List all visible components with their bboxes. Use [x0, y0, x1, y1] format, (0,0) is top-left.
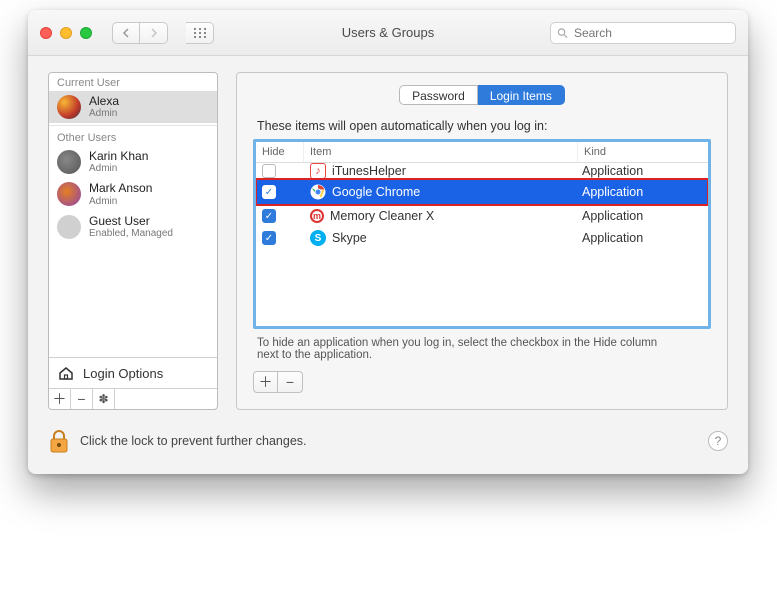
add-user-button[interactable]: ＋	[49, 389, 71, 409]
tab-password[interactable]: Password	[399, 85, 478, 105]
search-field[interactable]	[550, 22, 736, 44]
hide-hint: To hide an application when you log in, …	[257, 337, 677, 361]
traffic-lights	[40, 27, 92, 39]
user-role: Enabled, Managed	[89, 228, 173, 239]
minimize-window-button[interactable]	[60, 27, 72, 39]
sidebar-user[interactable]: Guest User Enabled, Managed	[49, 211, 217, 243]
remove-user-button[interactable]: −	[71, 389, 93, 409]
sidebar-user-current[interactable]: Alexa Admin	[49, 91, 217, 123]
login-options-label: Login Options	[83, 366, 163, 381]
table-row[interactable]: ✓ m Memory Cleaner X Application	[256, 205, 708, 227]
app-icon: ♪	[310, 163, 326, 179]
avatar	[57, 95, 81, 119]
lock-text: Click the lock to prevent further change…	[80, 434, 307, 448]
add-login-item-button[interactable]: ＋	[254, 372, 278, 392]
window-titlebar: Users & Groups	[28, 10, 748, 56]
user-role: Admin	[89, 108, 119, 119]
item-name: iTunesHelper	[332, 164, 406, 178]
user-sidebar: Current User Alexa Admin Other Users Kar…	[48, 72, 218, 410]
tab-bar: Password Login Items	[253, 85, 711, 105]
table-row[interactable]: ✓ Google Chrome Application	[256, 179, 708, 205]
show-all-button[interactable]	[186, 22, 214, 44]
table-row[interactable]: ♪ iTunesHelper Application	[256, 163, 708, 179]
login-items-add-remove: ＋ −	[253, 371, 303, 393]
item-name: Memory Cleaner X	[330, 209, 434, 223]
main-panel: Password Login Items These items will op…	[236, 72, 728, 410]
nav-back-forward	[112, 22, 168, 44]
avatar	[57, 150, 81, 174]
help-button[interactable]: ?	[708, 431, 728, 451]
hide-checkbox[interactable]: ✓	[262, 185, 276, 199]
item-name: Skype	[332, 231, 367, 245]
close-window-button[interactable]	[40, 27, 52, 39]
login-options-button[interactable]: Login Options	[49, 357, 217, 388]
tab-login-items[interactable]: Login Items	[478, 85, 565, 105]
item-kind: Application	[578, 231, 708, 245]
sidebar-user[interactable]: Karin Khan Admin	[49, 146, 217, 178]
app-icon: S	[310, 230, 326, 246]
app-icon: m	[310, 209, 324, 223]
col-item[interactable]: Item	[304, 142, 578, 162]
user-name: Mark Anson	[89, 182, 152, 195]
avatar	[57, 182, 81, 206]
avatar	[57, 215, 81, 239]
chevron-right-icon	[150, 28, 158, 38]
remove-login-item-button[interactable]: −	[278, 372, 302, 392]
col-kind[interactable]: Kind	[578, 142, 708, 162]
item-kind: Application	[578, 164, 708, 178]
item-kind: Application	[578, 185, 708, 199]
hide-checkbox[interactable]	[262, 164, 276, 178]
sidebar-footer: ＋ − ✽	[49, 388, 217, 409]
user-actions-button[interactable]: ✽	[93, 389, 115, 409]
user-role: Admin	[89, 163, 148, 174]
grid-icon	[194, 28, 206, 38]
section-other-users-header: Other Users	[49, 128, 217, 146]
house-icon	[57, 364, 75, 382]
login-items-instruction: These items will open automatically when…	[257, 119, 711, 133]
chrome-icon	[310, 184, 326, 200]
hide-checkbox[interactable]: ✓	[262, 209, 276, 223]
zoom-window-button[interactable]	[80, 27, 92, 39]
forward-button[interactable]	[140, 22, 168, 44]
search-input[interactable]	[572, 25, 729, 41]
item-name: Google Chrome	[332, 185, 420, 199]
sidebar-user[interactable]: Mark Anson Admin	[49, 178, 217, 210]
app-icon	[310, 184, 326, 200]
section-current-user-header: Current User	[49, 73, 217, 91]
back-button[interactable]	[112, 22, 140, 44]
search-icon	[557, 27, 568, 39]
user-role: Admin	[89, 196, 152, 207]
user-name: Alexa	[89, 95, 119, 108]
table-header: Hide Item Kind	[256, 142, 708, 163]
chevron-left-icon	[122, 28, 130, 38]
lock-icon[interactable]	[48, 428, 70, 454]
user-name: Karin Khan	[89, 150, 148, 163]
col-hide[interactable]: Hide	[256, 142, 304, 162]
hide-checkbox[interactable]: ✓	[262, 231, 276, 245]
lock-bar: Click the lock to prevent further change…	[48, 428, 728, 454]
login-items-table[interactable]: Hide Item Kind ♪ iTunesHelper Applicatio…	[253, 139, 711, 329]
item-kind: Application	[578, 209, 708, 223]
table-row[interactable]: ✓ S Skype Application	[256, 227, 708, 249]
user-name: Guest User	[89, 215, 173, 228]
